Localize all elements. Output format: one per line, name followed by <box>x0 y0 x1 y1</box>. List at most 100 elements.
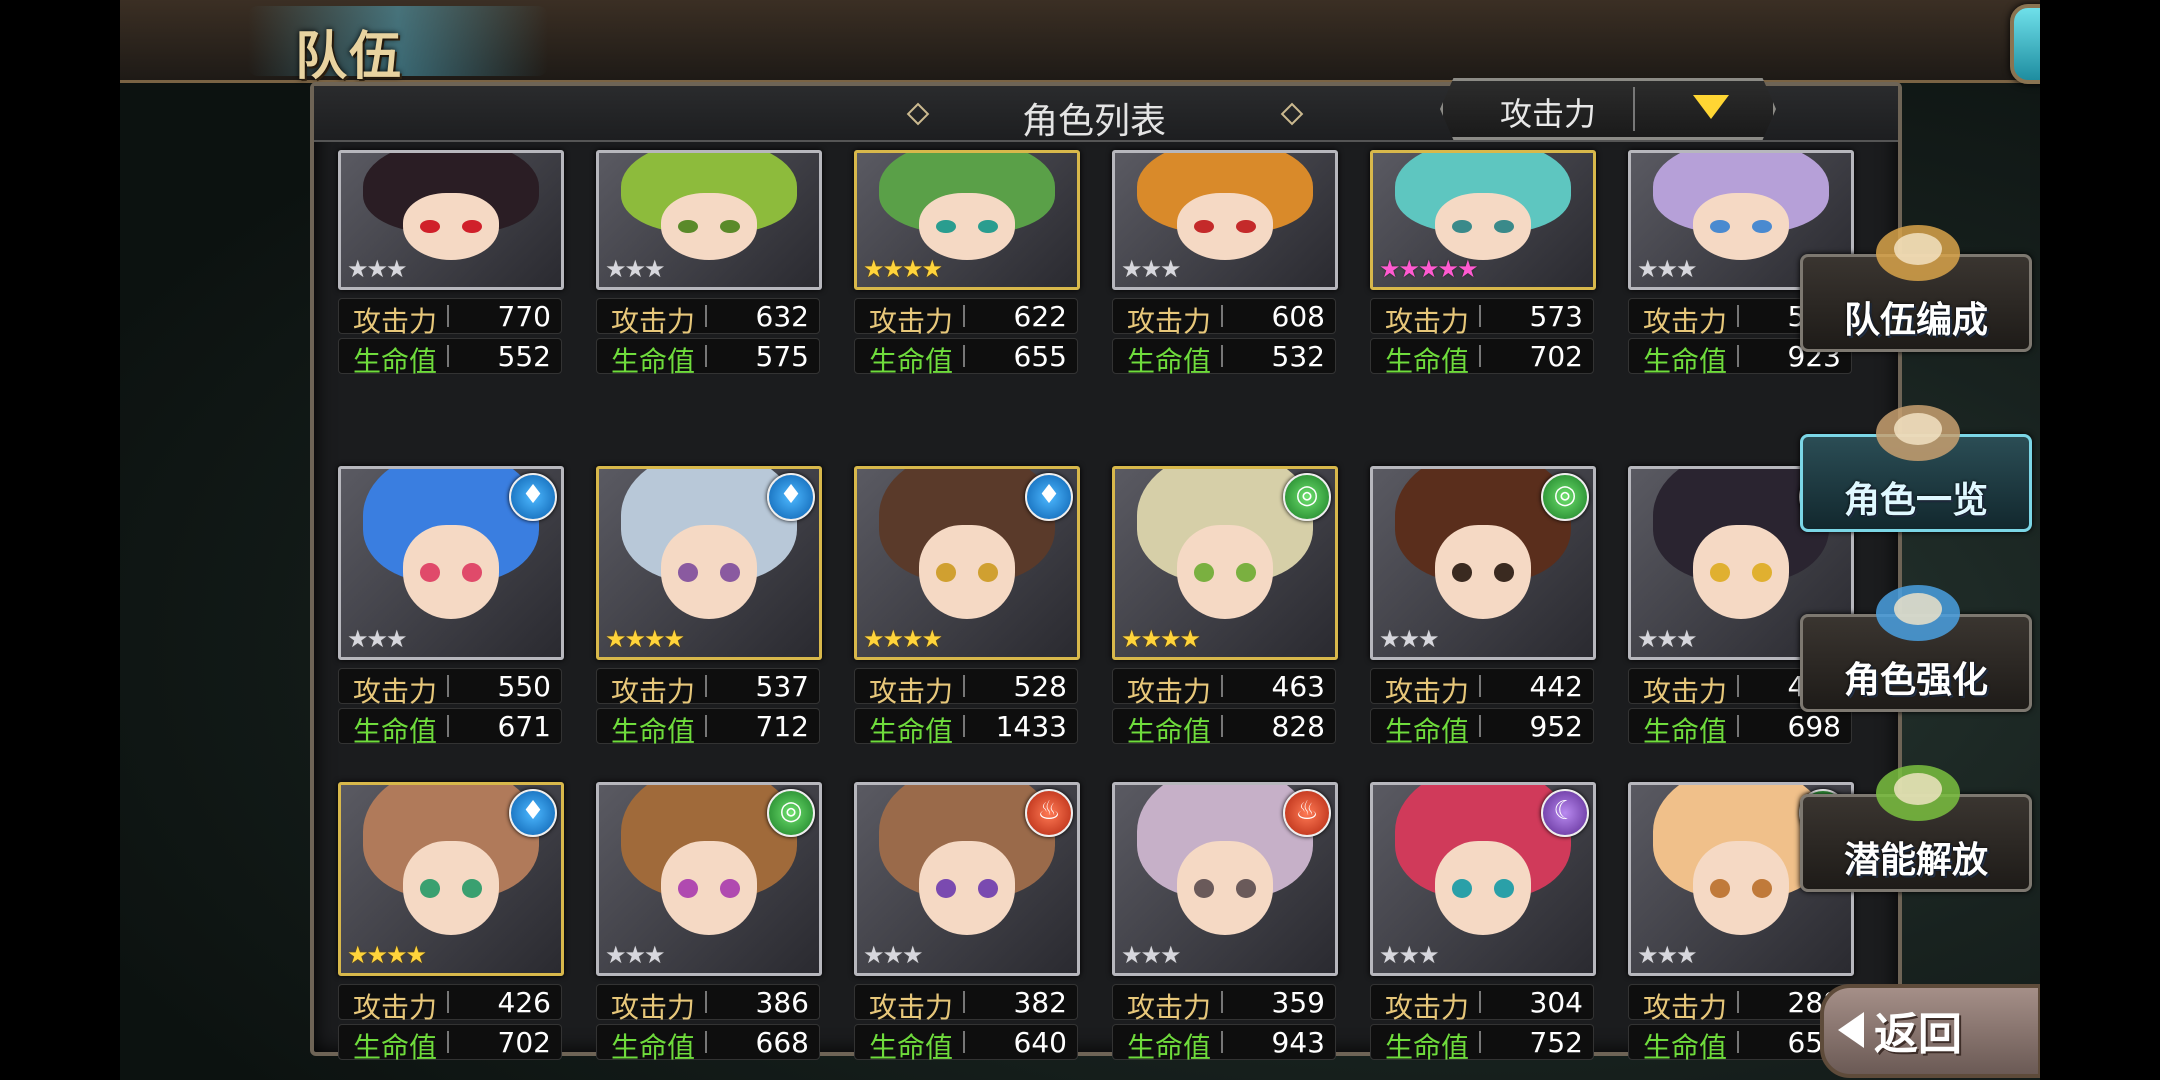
side-menu-button[interactable]: 角色一览 <box>1800 405 2032 532</box>
rarity-stars-icon: ★★★ <box>1637 941 1698 969</box>
attack-label: 攻击力 <box>611 991 696 1024</box>
hp-label: 生命值 <box>1643 715 1728 748</box>
dark-element-icon: ☾ <box>1541 789 1589 837</box>
hp-label: 生命值 <box>1643 1031 1728 1064</box>
hp-value: 712 <box>755 710 809 743</box>
hp-stat: 生命值 657 <box>1628 1024 1852 1064</box>
hp-label: 生命值 <box>611 345 696 378</box>
hp-value: 698 <box>1787 710 1841 743</box>
attack-value: 550 <box>497 670 551 703</box>
hp-label: 生命值 <box>1385 345 1470 378</box>
side-menu-button[interactable]: 队伍编成 <box>1800 225 2032 352</box>
character-portrait: ★★★ ◎ <box>596 782 822 976</box>
attack-stat: 攻击力 426 <box>338 984 562 1024</box>
water-element-icon: ♦ <box>509 789 557 837</box>
side-menu-label: 角色一览 <box>1843 480 1988 521</box>
attack-label: 攻击力 <box>1127 991 1212 1024</box>
hp-value: 640 <box>1013 1026 1067 1059</box>
attack-stat: 攻击力 622 <box>854 298 1078 338</box>
hp-stat: 生命值 828 <box>1112 708 1336 748</box>
hp-value: 655 <box>1013 340 1067 373</box>
attack-stat: 攻击力 770 <box>338 298 562 338</box>
attack-value: 442 <box>1529 670 1583 703</box>
hp-stat: 生命值 552 <box>338 338 562 378</box>
attack-stat: 攻击力 632 <box>596 298 820 338</box>
hp-stat: 生命值 655 <box>854 338 1078 378</box>
list-title: 角色列表 <box>1021 101 1166 142</box>
hp-stat: 生命值 712 <box>596 708 820 748</box>
character-portrait: ★★★★ ◎ <box>1112 466 1338 660</box>
side-menu-button[interactable]: 潜能解放 <box>1800 765 2032 892</box>
attack-value: 528 <box>1013 670 1067 703</box>
attack-stat: 攻击力 442 <box>1370 668 1594 708</box>
back-button[interactable]: 返回 <box>1820 984 2040 1078</box>
attack-label: 攻击力 <box>1127 675 1212 708</box>
character-portrait: ★★★ ♦ <box>338 466 564 660</box>
rarity-stars-icon: ★★★ <box>605 941 666 969</box>
left-letterbox <box>0 0 120 1080</box>
hp-stat: 生命值 943 <box>1112 1024 1336 1064</box>
fire-element-icon: ♨ <box>1283 789 1331 837</box>
side-menu-button[interactable]: 角色强化 <box>1800 585 2032 712</box>
rarity-stars-icon: ★★★ <box>347 625 408 653</box>
party-portrait-icon <box>1863 213 1973 283</box>
attack-value: 770 <box>497 300 551 333</box>
character-portrait: ★★★ ◎ <box>1370 466 1596 660</box>
attack-value: 537 <box>755 670 809 703</box>
diamond-ornament-icon <box>1280 102 1304 126</box>
hp-label: 生命值 <box>1643 345 1728 378</box>
hp-value: 702 <box>1529 340 1583 373</box>
rarity-stars-icon: ★★★★ <box>1121 625 1201 653</box>
enhance-card-icon <box>1863 573 1973 643</box>
dropdown-triangle-icon <box>1693 95 1729 119</box>
attack-stat: 攻击力 528 <box>854 668 1078 708</box>
right-letterbox <box>2040 0 2160 1080</box>
attack-stat: 攻击力 382 <box>854 984 1078 1024</box>
attack-label: 攻击力 <box>1127 305 1212 338</box>
hp-stat: 生命值 702 <box>338 1024 562 1064</box>
rarity-stars-icon: ★★★ <box>863 941 924 969</box>
hp-stat: 生命值 702 <box>1370 338 1594 378</box>
rarity-stars-icon: ★★★ <box>1637 625 1698 653</box>
attack-label: 攻击力 <box>353 991 438 1024</box>
side-menu-label: 潜能解放 <box>1843 840 1988 881</box>
attack-value: 382 <box>1013 986 1067 1019</box>
attack-value: 426 <box>497 986 551 1019</box>
side-menu-label: 队伍编成 <box>1843 300 1988 341</box>
attack-label: 攻击力 <box>1385 991 1470 1024</box>
potential-orb-icon <box>1863 753 1973 823</box>
fire-element-icon: ♨ <box>1025 789 1073 837</box>
hp-value: 943 <box>1271 1026 1325 1059</box>
hp-label: 生命值 <box>353 1031 438 1064</box>
character-portrait: ★★★ ☾ <box>1370 782 1596 976</box>
wind-element-icon: ◎ <box>1541 473 1589 521</box>
hp-label: 生命值 <box>1385 1031 1470 1064</box>
hp-value: 671 <box>497 710 551 743</box>
hp-value: 668 <box>755 1026 809 1059</box>
hp-value: 952 <box>1529 710 1583 743</box>
attack-label: 攻击力 <box>353 675 438 708</box>
character-portrait: ★★★★★ <box>1370 150 1596 290</box>
attack-value: 304 <box>1529 986 1583 1019</box>
rarity-stars-icon: ★★★★★ <box>1379 255 1479 283</box>
home-button[interactable] <box>2010 4 2040 84</box>
sort-divider <box>1633 87 1635 131</box>
hp-stat: 生命值 671 <box>338 708 562 748</box>
hp-stat: 生命值 640 <box>854 1024 1078 1064</box>
attack-value: 573 <box>1529 300 1583 333</box>
back-arrow-icon <box>1838 1012 1864 1048</box>
water-element-icon: ♦ <box>509 473 557 521</box>
character-portrait: ★★★★ ♦ <box>338 782 564 976</box>
rarity-stars-icon: ★★★ <box>1637 255 1698 283</box>
attack-stat: 攻击力 537 <box>596 668 820 708</box>
attack-label: 攻击力 <box>353 305 438 338</box>
hp-label: 生命值 <box>1127 345 1212 378</box>
hp-label: 生命值 <box>611 715 696 748</box>
hp-stat: 生命值 752 <box>1370 1024 1594 1064</box>
water-element-icon: ♦ <box>767 473 815 521</box>
hp-stat: 生命值 1433 <box>854 708 1078 748</box>
sort-dropdown[interactable]: 攻击力 <box>1440 78 1776 140</box>
rarity-stars-icon: ★★★ <box>1121 941 1182 969</box>
back-label: 返回 <box>1874 1009 1962 1060</box>
rarity-stars-icon: ★★★ <box>1379 625 1440 653</box>
